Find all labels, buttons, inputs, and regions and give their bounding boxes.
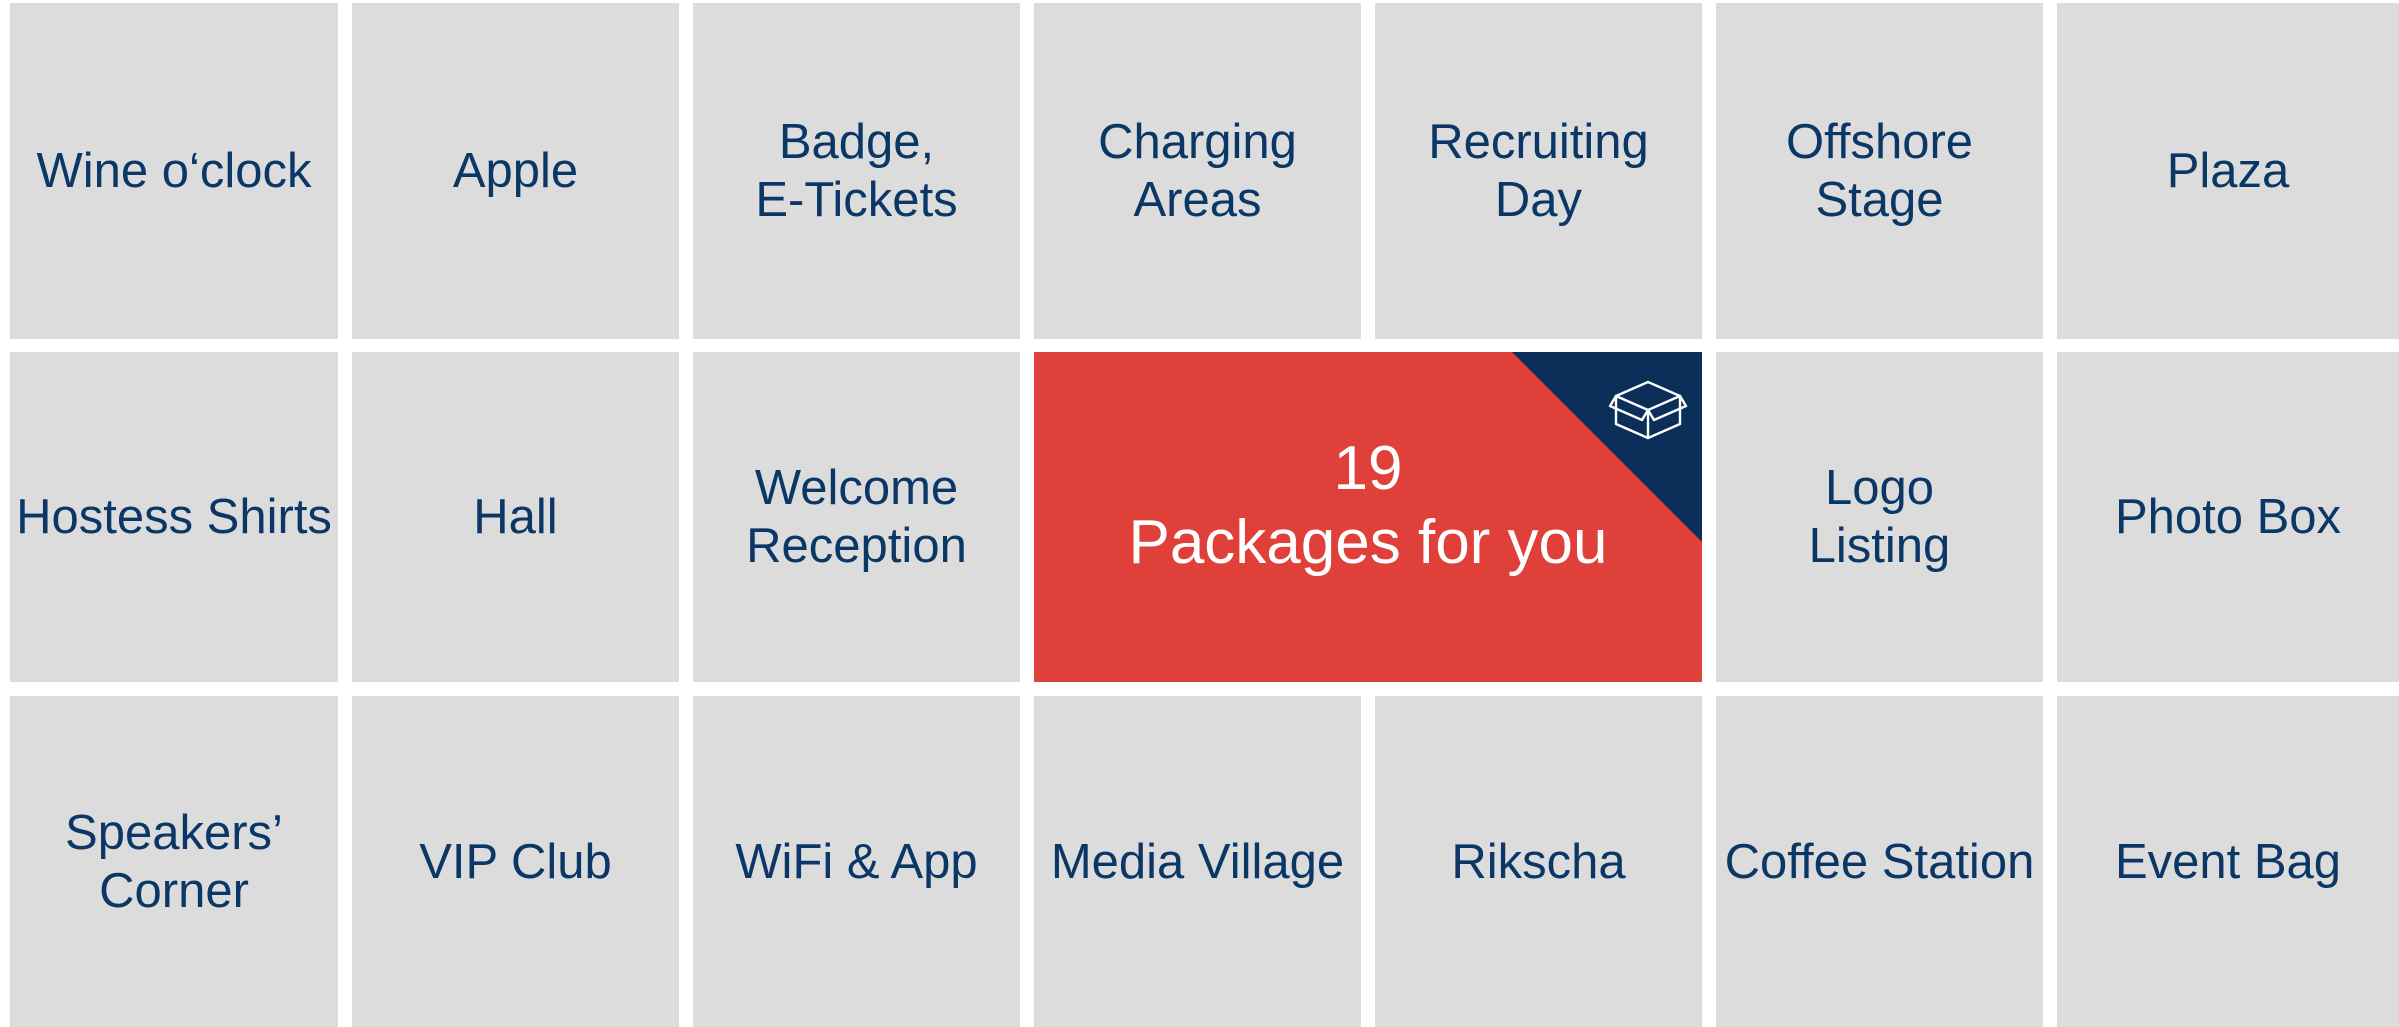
tile-label: Logo Listing <box>1808 461 1951 573</box>
tile-label: Rikscha <box>1451 834 1626 889</box>
tile-label: VIP Club <box>419 834 612 889</box>
tile-label: Wine o‘clock <box>36 144 312 198</box>
tile-recruiting-day[interactable]: Recruiting Day <box>1375 3 1702 339</box>
tile-charging-areas[interactable]: Charging Areas <box>1034 3 1361 339</box>
tile-label: Apple <box>452 144 579 198</box>
tile-label: Welcome Reception <box>746 461 967 573</box>
tile-label: Charging Areas <box>1098 115 1297 227</box>
tile-label: Event Bag <box>2114 834 2342 889</box>
tile-label: Recruiting Day <box>1428 115 1649 227</box>
packages-featured-tile[interactable]: 19 Packages for you <box>1034 352 1702 682</box>
tile-media-village[interactable]: Media Village <box>1034 696 1361 1027</box>
tile-photo-box[interactable]: Photo Box <box>2057 352 2399 682</box>
tile-welcome-reception[interactable]: Welcome Reception <box>693 352 1020 682</box>
tile-rikscha[interactable]: Rikscha <box>1375 696 1702 1027</box>
tile-logo-listing[interactable]: Logo Listing <box>1716 352 2043 682</box>
featured-text: 19 Packages for you <box>1034 352 1702 682</box>
tile-label: Speakers’ Corner <box>65 805 283 918</box>
tile-label: Offshore Stage <box>1785 115 1974 227</box>
tile-label: Coffee Station <box>1724 834 2035 889</box>
tile-hostess-shirts[interactable]: Hostess Shirts <box>10 352 338 682</box>
tile-wine-oclock[interactable]: Wine o‘clock <box>10 3 338 339</box>
tile-label: Photo Box <box>2114 490 2342 544</box>
tile-event-bag[interactable]: Event Bag <box>2057 696 2399 1027</box>
tile-vip-club[interactable]: VIP Club <box>352 696 679 1027</box>
tile-speakers-corner[interactable]: Speakers’ Corner <box>10 696 338 1027</box>
tile-label: WiFi & App <box>735 834 978 889</box>
tile-label: Media Village <box>1050 834 1345 889</box>
tile-label: Hall <box>473 490 558 544</box>
tile-plaza[interactable]: Plaza <box>2057 3 2399 339</box>
tile-coffee-station[interactable]: Coffee Station <box>1716 696 2043 1027</box>
tile-label: Plaza <box>2166 144 2290 198</box>
tile-label: Hostess Shirts <box>16 490 332 544</box>
services-tile-grid: Wine o‘clock Apple Badge, E-Tickets Char… <box>0 0 2399 1027</box>
tile-label: Badge, E-Tickets <box>755 115 958 227</box>
tile-badge-e-tickets[interactable]: Badge, E-Tickets <box>693 3 1020 339</box>
tile-apple[interactable]: Apple <box>352 3 679 339</box>
tile-hall[interactable]: Hall <box>352 352 679 682</box>
tile-offshore-stage[interactable]: Offshore Stage <box>1716 3 2043 339</box>
packages-caption: Packages for you <box>1128 508 1608 577</box>
tile-wifi-app[interactable]: WiFi & App <box>693 696 1020 1027</box>
packages-count: 19 <box>1333 434 1403 503</box>
